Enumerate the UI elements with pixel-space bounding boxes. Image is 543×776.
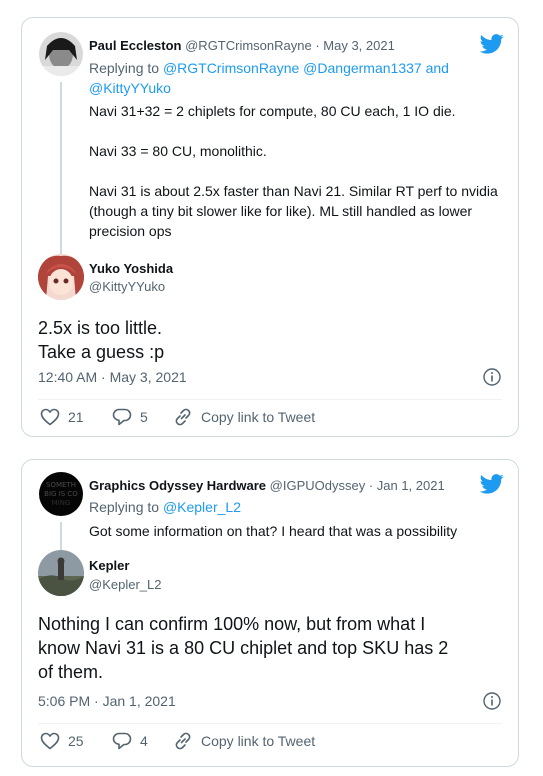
copy-link-button[interactable]: Copy link to Tweet xyxy=(173,732,315,750)
svg-text:SOMETH: SOMETH xyxy=(46,481,76,489)
replying-to-users[interactable]: @RGTCrimsonRayne @Dangerman1337 and xyxy=(163,60,449,76)
like-button[interactable]: 25 xyxy=(40,732,84,750)
author-handle[interactable]: @KittyYYuko xyxy=(89,279,165,294)
avatar[interactable]: SOMETH BIG IS CO MING xyxy=(39,472,83,516)
divider xyxy=(38,399,502,400)
like-button[interactable]: 21 xyxy=(40,408,84,426)
author-handle[interactable]: @Kepler_L2 xyxy=(89,577,161,592)
speech-bubble-icon xyxy=(112,732,132,750)
reply-count: 4 xyxy=(140,733,148,749)
replying-to: Replying to @RGTCrimsonRayne @Dangerman1… xyxy=(89,60,449,96)
info-icon[interactable] xyxy=(483,692,501,710)
tweet-text: Nothing I can confirm 100% now, but from… xyxy=(38,614,449,682)
link-icon xyxy=(175,408,191,426)
author-name[interactable]: Graphics Odyssey Hardware @IGPUOdyssey ·… xyxy=(89,478,445,493)
divider xyxy=(38,723,502,724)
copy-link-label: Copy link to Tweet xyxy=(201,409,316,425)
parent-tweet-text: Got some information on that? I heard th… xyxy=(89,523,458,539)
svg-text:MING: MING xyxy=(52,499,71,507)
like-count: 25 xyxy=(68,733,84,749)
thread-connector-line xyxy=(60,82,62,254)
replying-to: Replying to @Kepler_L2 xyxy=(89,499,241,515)
reply-button[interactable]: 5 xyxy=(112,408,148,426)
heart-icon xyxy=(40,408,60,426)
thread-connector-line xyxy=(60,522,62,550)
avatar[interactable] xyxy=(39,32,83,76)
author-name[interactable]: Yuko Yoshida xyxy=(89,261,173,276)
info-icon[interactable] xyxy=(483,368,501,386)
svg-text:BIG IS CO: BIG IS CO xyxy=(44,490,78,498)
reply-count: 5 xyxy=(140,409,148,425)
parent-tweet-text: Navi 31+32 = 2 chiplets for compute, 80 … xyxy=(89,103,498,239)
avatar[interactable] xyxy=(38,550,84,596)
avatar[interactable] xyxy=(38,254,84,300)
twitter-bird-icon[interactable] xyxy=(480,34,504,54)
replying-to-user[interactable]: @Kepler_L2 xyxy=(163,499,241,515)
speech-bubble-icon xyxy=(112,408,132,426)
author-name[interactable]: Paul Eccleston @RGTCrimsonRayne · May 3,… xyxy=(89,38,395,53)
author-handle-date[interactable]: @IGPUOdyssey · Jan 1, 2021 xyxy=(270,478,445,493)
copy-link-button[interactable]: Copy link to Tweet xyxy=(173,408,315,426)
author-name[interactable]: Kepler xyxy=(89,558,129,573)
author-handle-date[interactable]: @RGTCrimsonRayne · May 3, 2021 xyxy=(185,38,395,53)
reply-button[interactable]: 4 xyxy=(112,732,148,750)
twitter-bird-icon[interactable] xyxy=(480,474,504,494)
tweet-timestamp[interactable]: 12:40 AM · May 3, 2021 xyxy=(38,369,187,385)
tweet-timestamp[interactable]: 5:06 PM · Jan 1, 2021 xyxy=(38,693,176,709)
tweet-text: 2.5x is too little. Take a guess :p xyxy=(38,318,165,362)
like-count: 21 xyxy=(68,409,84,425)
heart-icon xyxy=(40,732,60,750)
replying-to-user[interactable]: @KittyYYuko xyxy=(89,80,171,96)
embedded-tweet-card-2[interactable]: SOMETH BIG IS CO MING Graphics Odyssey H… xyxy=(21,459,519,767)
embedded-tweet-card-1[interactable]: Paul Eccleston @RGTCrimsonRayne · May 3,… xyxy=(21,17,519,437)
link-icon xyxy=(175,732,191,750)
copy-link-label: Copy link to Tweet xyxy=(201,733,316,749)
